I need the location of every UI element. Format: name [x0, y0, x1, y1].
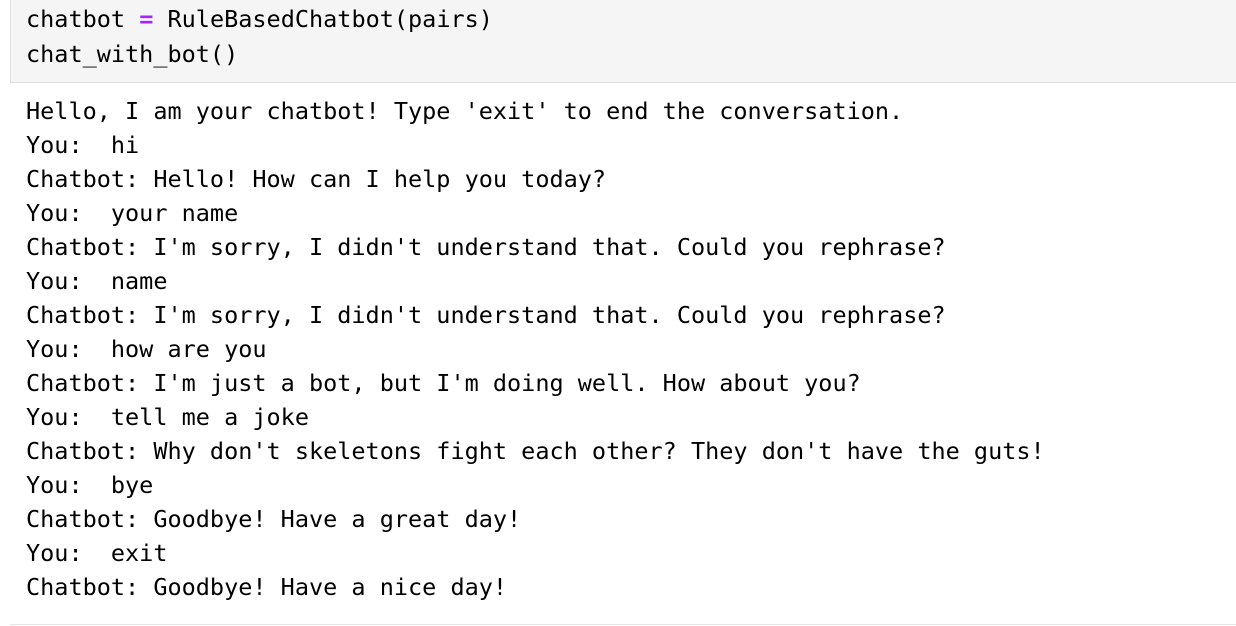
output-line-user: You: bye — [26, 471, 154, 499]
cell-output: Hello, I am your chatbot! Type 'exit' to… — [26, 94, 1236, 604]
output-line-bot: Chatbot: Goodbye! Have a nice day! — [26, 573, 508, 601]
output-line-bot: Chatbot: Hello! How can I help you today… — [26, 165, 607, 193]
code-input-cell[interactable]: chatbot = RuleBasedChatbot(pairs) chat_w… — [10, 0, 1236, 83]
output-line-greeting: Hello, I am your chatbot! Type 'exit' to… — [26, 97, 904, 125]
code-constructor-call: RuleBasedChatbot(pairs) — [167, 5, 493, 33]
code-line-2: chat_with_bot() — [26, 40, 239, 68]
output-line-bot: Chatbot: I'm just a bot, but I'm doing w… — [26, 369, 861, 397]
cell-divider — [10, 624, 1236, 625]
output-line-bot: Chatbot: I'm sorry, I didn't understand … — [26, 301, 946, 329]
output-line-user: You: hi — [26, 131, 140, 159]
output-line-user: You: exit — [26, 539, 168, 567]
output-line-user: You: your name — [26, 199, 239, 227]
output-line-user: You: name — [26, 267, 168, 295]
output-line-user: You: how are you — [26, 335, 267, 363]
output-line-bot: Chatbot: Why don't skeletons fight each … — [26, 437, 1045, 465]
code-variable: chatbot — [26, 5, 126, 33]
output-line-bot: Chatbot: Goodbye! Have a great day! — [26, 505, 522, 533]
output-line-bot: Chatbot: I'm sorry, I didn't understand … — [26, 233, 946, 261]
output-line-user: You: tell me a joke — [26, 403, 309, 431]
code-line-1: chatbot = RuleBasedChatbot(pairs) — [26, 2, 493, 36]
assignment-operator: = — [139, 5, 154, 33]
